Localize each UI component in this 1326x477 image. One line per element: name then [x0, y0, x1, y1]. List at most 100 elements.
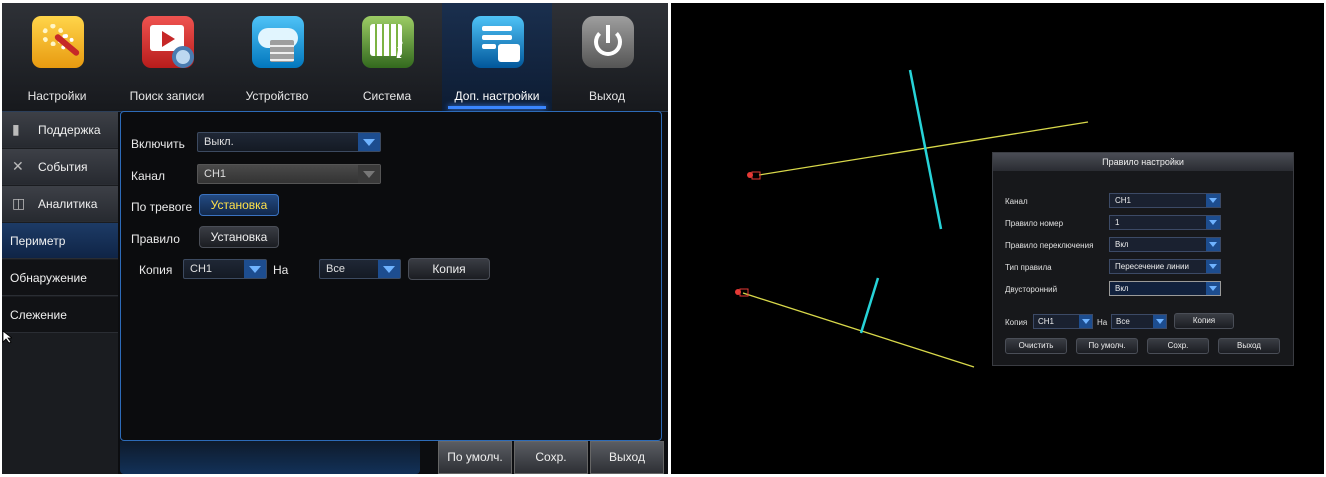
sidebar-item-perimeter[interactable]: Периметр	[2, 223, 118, 259]
device-storage-icon	[252, 16, 304, 68]
settings-gears-icon	[32, 16, 84, 68]
chevron-down-icon	[244, 260, 266, 278]
sidebar-item-label: Поддержка	[38, 123, 101, 137]
mouse-cursor-icon	[2, 330, 12, 344]
channel-label: Канал	[131, 169, 165, 183]
dlg-channel-select[interactable]: CH1	[1109, 193, 1221, 208]
chevron-down-icon	[1079, 315, 1092, 328]
dlg-rule-switch-label: Правило переключения	[1005, 241, 1094, 250]
anchor-dot-1	[747, 172, 753, 178]
dlg-rule-number-value: 1	[1115, 218, 1120, 227]
default-button[interactable]: По умолч.	[438, 441, 512, 474]
dlg-exit-button[interactable]: Выход	[1218, 338, 1280, 354]
alarm-setup-button[interactable]: Установка	[199, 194, 279, 216]
dlg-bidirectional-label: Двусторонний	[1005, 285, 1058, 294]
dlg-rule-type-value: Пересечение линии	[1115, 262, 1189, 271]
dlg-copy-to-select[interactable]: Все	[1111, 314, 1167, 329]
chevron-down-icon	[1206, 194, 1220, 207]
sidebar-item-support[interactable]: ▮ Поддержка	[2, 112, 118, 148]
dlg-bidirectional-value: Вкл	[1115, 284, 1129, 293]
anchor-point-2[interactable]	[739, 288, 749, 297]
anchor-dot-2	[735, 289, 741, 295]
chevron-down-icon	[1206, 282, 1220, 295]
copy-to-select[interactable]: Все	[319, 259, 401, 279]
tab-exit[interactable]: Выход	[552, 3, 662, 111]
copy-from-select[interactable]: CH1	[183, 259, 267, 279]
dlg-rule-type-label: Тип правила	[1005, 263, 1052, 272]
exit-button[interactable]: Выход	[590, 441, 664, 474]
chevron-down-icon	[1206, 216, 1220, 229]
tab-label: Система	[362, 89, 412, 103]
dlg-default-button[interactable]: По умолч.	[1076, 338, 1138, 354]
rule-label: Правило	[131, 232, 180, 246]
chevron-down-icon	[378, 260, 400, 278]
copy-to-label: На	[273, 263, 289, 277]
sidebar-item-label: Аналитика	[38, 197, 98, 211]
dlg-channel-value: CH1	[1115, 196, 1132, 205]
dlg-copy-from-value: CH1	[1038, 317, 1055, 326]
tab-label: Поиск записи	[129, 89, 205, 103]
perimeter-settings-form: Включить Выкл. Канал CH1 По тревоге Уста…	[120, 111, 662, 441]
dlg-copy-button[interactable]: Копия	[1174, 313, 1234, 329]
sidebar-item-label: Слежение	[10, 308, 67, 322]
chevron-down-icon	[1206, 238, 1220, 251]
tab-record-search[interactable]: Поиск записи	[112, 3, 222, 111]
analytics-icon: ◫	[12, 195, 26, 211]
dlg-channel-label: Канал	[1005, 197, 1028, 206]
dlg-copy-from-select[interactable]: CH1	[1033, 314, 1093, 329]
tab-label: Устройство	[245, 89, 309, 103]
channel-select-value: CH1	[204, 168, 227, 180]
record-search-icon	[142, 16, 194, 68]
dlg-clear-button[interactable]: Очистить	[1005, 338, 1067, 354]
chevron-down-icon	[358, 165, 380, 183]
dlg-copy-to-value: Все	[1116, 317, 1130, 326]
dlg-copy-label: Копия	[1005, 318, 1028, 327]
sidebar: ▮ Поддержка ✕ События ◫ Аналитика Периме…	[2, 112, 118, 474]
tools-icon: ✕	[12, 158, 24, 174]
tab-system[interactable]: i Система	[332, 3, 442, 111]
dialog-title: Правило настройки	[993, 153, 1293, 171]
copy-to-value: Все	[326, 263, 345, 275]
main-menu-bar: Настройки Поиск записи Устройство i Сист…	[2, 3, 668, 112]
system-calendar-info-icon: i	[362, 16, 414, 68]
tab-label: Доп. настройки	[454, 89, 540, 103]
tripwire-line-2[interactable]	[742, 292, 975, 368]
dlg-rule-type-select[interactable]: Пересечение линии	[1109, 259, 1221, 274]
dlg-rule-number-select[interactable]: 1	[1109, 215, 1221, 230]
chevron-down-icon	[1206, 260, 1220, 273]
video-preview: Правило настройки Канал CH1 Правило номе…	[671, 3, 1324, 474]
rule-settings-dialog: Правило настройки Канал CH1 Правило номе…	[992, 152, 1294, 366]
sidebar-item-detection[interactable]: Обнаружение	[2, 260, 118, 296]
rule-setup-button[interactable]: Установка	[199, 226, 279, 248]
chevron-down-icon	[1153, 315, 1166, 328]
dlg-rule-switch-value: Вкл	[1115, 240, 1129, 249]
anchor-point-1[interactable]	[751, 171, 761, 180]
sidebar-item-events[interactable]: ✕ События	[2, 149, 118, 185]
sidebar-item-analytics[interactable]: ◫ Аналитика	[2, 186, 118, 222]
copy-from-value: CH1	[190, 263, 213, 275]
tab-settings[interactable]: Настройки	[2, 3, 112, 111]
tab-device[interactable]: Устройство	[222, 3, 332, 111]
channel-select[interactable]: CH1	[197, 164, 381, 184]
dvr-settings-panel: Настройки Поиск записи Устройство i Сист…	[2, 3, 668, 474]
tab-advanced-settings[interactable]: Доп. настройки	[442, 3, 552, 111]
enable-select[interactable]: Выкл.	[197, 132, 381, 152]
footer-bar: По умолч. Сохр. Выход	[120, 441, 666, 474]
dlg-rule-number-label: Правило номер	[1005, 219, 1064, 228]
save-button[interactable]: Сохр.	[514, 441, 588, 474]
copy-button[interactable]: Копия	[408, 258, 490, 280]
dlg-save-button[interactable]: Сохр.	[1147, 338, 1209, 354]
tab-label: Настройки	[27, 89, 87, 103]
footer-glow	[120, 441, 420, 474]
advanced-settings-icon	[472, 16, 524, 68]
dlg-bidirectional-select[interactable]: Вкл	[1109, 281, 1221, 296]
mouse-icon: ▮	[12, 121, 20, 137]
enable-select-value: Выкл.	[204, 136, 234, 148]
alarm-label: По тревоге	[131, 200, 193, 214]
dlg-copy-to-label: На	[1097, 318, 1108, 327]
enable-label: Включить	[131, 137, 185, 151]
sidebar-item-tracking[interactable]: Слежение	[2, 297, 118, 333]
dlg-rule-switch-select[interactable]: Вкл	[1109, 237, 1221, 252]
power-icon	[582, 16, 634, 68]
tab-label: Выход	[589, 89, 625, 103]
